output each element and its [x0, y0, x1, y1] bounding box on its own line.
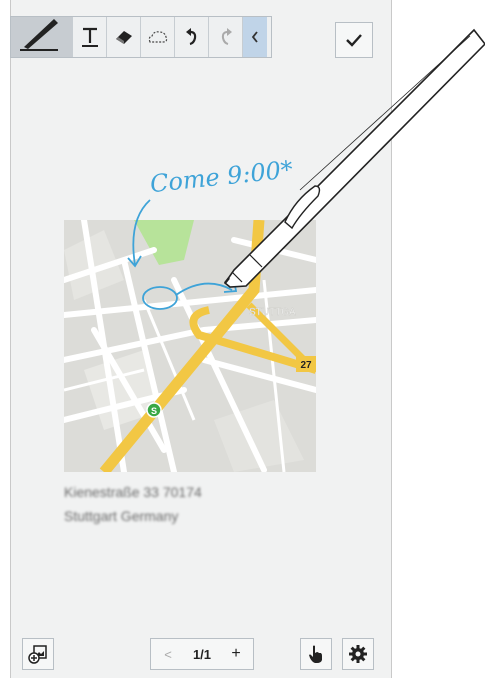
text-tool-button[interactable] — [73, 17, 107, 57]
hand-mode-button[interactable] — [300, 638, 332, 670]
undo-button[interactable] — [175, 17, 209, 57]
district-label: STUTTGA — [249, 307, 296, 318]
address-line-1: Kienestraße 33 70174 — [64, 484, 202, 500]
page-indicator: 1/1 — [192, 646, 212, 662]
hand-pointer-icon — [309, 645, 322, 663]
insert-image-button[interactable] — [22, 638, 54, 670]
redo-button[interactable] — [209, 17, 243, 57]
gear-icon — [349, 645, 367, 663]
insert-image-icon — [28, 645, 47, 664]
map-image: 27 STUTTGA S — [64, 220, 316, 472]
map-graphic: 27 STUTTGA S — [64, 220, 316, 472]
selection-tool-button[interactable] — [141, 17, 175, 57]
add-page-button[interactable]: + — [219, 639, 253, 669]
prev-page-button[interactable]: < — [151, 639, 185, 669]
eraser-tool-button[interactable] — [107, 17, 141, 57]
page-navigator: < 1/1 + — [150, 638, 254, 670]
pen-tool-button[interactable] — [11, 17, 73, 57]
checkmark-icon — [346, 34, 362, 47]
undo-icon — [185, 28, 196, 46]
route-badge: 27 — [300, 360, 312, 371]
transit-badge: S — [151, 406, 157, 416]
pen-icon — [19, 19, 58, 51]
settings-button[interactable] — [342, 638, 374, 670]
done-button[interactable] — [335, 22, 373, 58]
address-line-2: Stuttgart Germany — [64, 508, 179, 524]
redo-icon — [221, 28, 232, 45]
text-icon — [81, 27, 98, 47]
eraser-icon — [115, 31, 132, 44]
pen-toolbar — [10, 16, 272, 58]
chevron-left-icon — [251, 31, 258, 43]
address-text: Kienestraße 33 70174 Stuttgart Germany — [64, 480, 316, 528]
collapse-toolbar-button[interactable] — [243, 17, 267, 57]
lasso-icon — [148, 31, 167, 43]
